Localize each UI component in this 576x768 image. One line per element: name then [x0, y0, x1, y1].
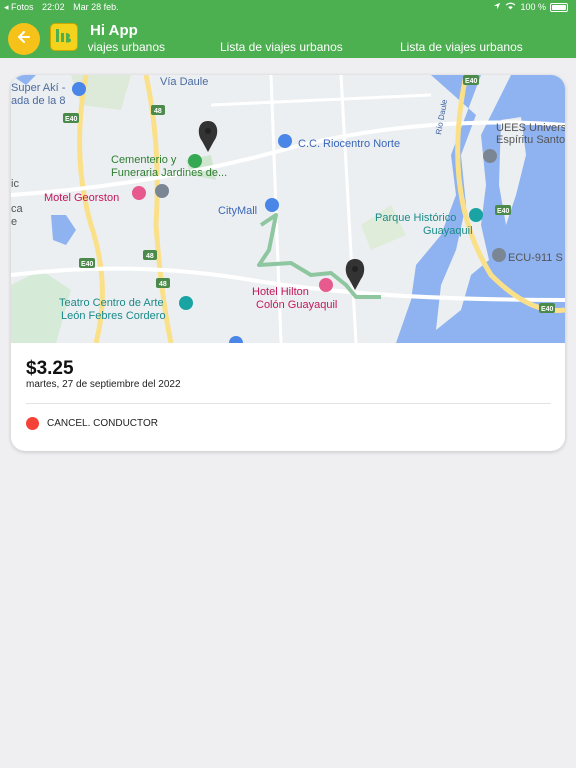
map-label-ic: ic: [11, 178, 19, 190]
map-label-via-daule: Vía Daule: [160, 76, 208, 88]
app-header: Hi App Lista de viajes urbanos Lista de …: [0, 14, 576, 58]
status-bar: ◂ Fotos 22:02 Mar 28 feb. 100 %: [0, 0, 576, 14]
map-label-hilton-2: Colón Guayaquil: [256, 299, 337, 311]
app-title: Hi App: [90, 22, 138, 39]
back-button[interactable]: [8, 23, 40, 55]
trip-price: $3.25: [26, 358, 74, 379]
app-logo: [50, 23, 78, 51]
map-label-teatro-2: León Febres Cordero: [61, 310, 166, 322]
road-48-1: 48: [154, 108, 162, 115]
map-label-citymall: CityMall: [218, 205, 257, 217]
card-divider: [26, 403, 551, 404]
status-text: CANCEL. CONDUCTOR: [47, 418, 158, 429]
map-label-riocentro: C.C. Riocentro Norte: [298, 138, 400, 150]
road-e40-1: E40: [65, 116, 78, 123]
trip-card[interactable]: E40 48 48 48 E40 E40 E40 E40 Vía Daule S…: [11, 75, 565, 451]
map-label-e: e: [11, 216, 17, 228]
tab-urban-trips-3[interactable]: Lista de viajes urbanos: [400, 40, 523, 54]
map-label-hilton-1: Hotel Hilton: [252, 286, 309, 298]
tab-bar: Lista de viajes urbanos Lista de viajes …: [88, 40, 576, 56]
wifi-icon: [505, 0, 516, 14]
map-label-ada-8: ada de la 8: [11, 95, 65, 107]
road-e40-2: E40: [81, 261, 94, 268]
tab-urban-trips-2[interactable]: Lista de viajes urbanos: [220, 40, 343, 54]
road-e40-3: E40: [465, 78, 478, 85]
map-label-parque-1: Parque Histórico: [375, 212, 456, 224]
map-label-cementerio: Cementerio y: [111, 154, 177, 166]
location-icon: [493, 0, 501, 14]
back-to-app-link[interactable]: ◂ Fotos: [4, 2, 34, 12]
battery-icon: [550, 2, 568, 12]
map-label-motel: Motel Georston: [44, 192, 119, 204]
battery-percent: 100 %: [520, 2, 546, 12]
status-date: Mar 28 feb.: [73, 2, 119, 12]
map-label-super-aki: Super Akí -: [11, 82, 66, 94]
status-time: 22:02: [42, 2, 65, 12]
map-label-ca: ca: [11, 203, 24, 215]
map-label-teatro-1: Teatro Centro de Arte: [59, 297, 164, 309]
road-48-3: 48: [159, 281, 167, 288]
arrow-left-icon: [16, 29, 32, 50]
map-label-parque-2: Guayaquil: [423, 225, 473, 237]
map-label-uees: UEES Universidad: [496, 122, 565, 134]
trip-map[interactable]: E40 48 48 48 E40 E40 E40 E40 Vía Daule S…: [11, 75, 565, 343]
road-e40-5: E40: [541, 306, 554, 313]
road-e40-4: E40: [497, 208, 510, 215]
map-label-espiritu: Espíritu Santo: [496, 134, 565, 146]
trip-status: CANCEL. CONDUCTOR: [26, 417, 158, 430]
trip-date: martes, 27 de septiembre del 2022: [26, 379, 181, 390]
map-label-ecu: ECU-911 S: [508, 252, 563, 264]
tab-urban-trips-1[interactable]: Lista de viajes urbanos: [88, 40, 165, 54]
status-dot-icon: [26, 417, 39, 430]
logo-mark-icon: [56, 29, 71, 43]
road-48-2: 48: [146, 253, 154, 260]
map-label-funeraria: Funeraria Jardines de...: [111, 167, 227, 179]
